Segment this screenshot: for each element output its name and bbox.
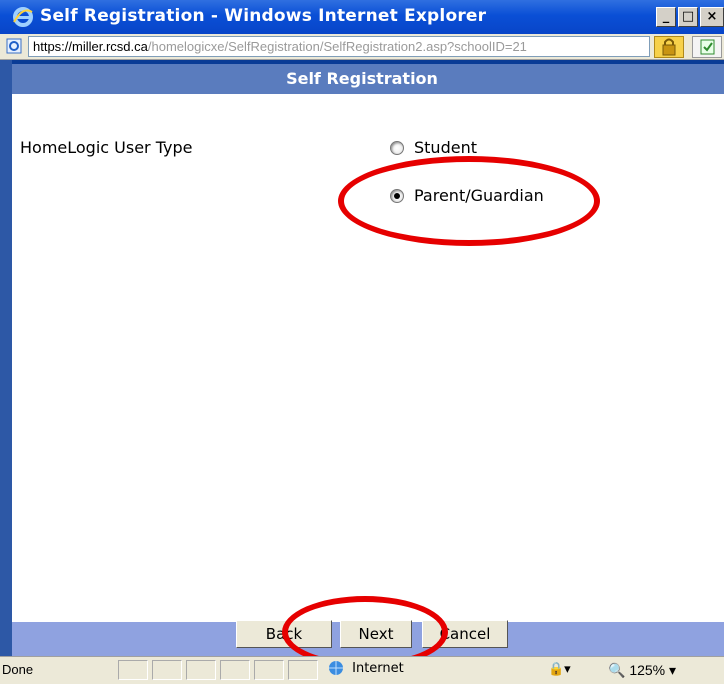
minimize-button[interactable]: _ xyxy=(656,7,676,27)
zoom-icon: 🔍 xyxy=(608,662,626,678)
protected-mode-icon[interactable]: 🔒▾ xyxy=(548,662,571,677)
page-header: Self Registration xyxy=(0,60,724,114)
url-field[interactable]: https://miller.rcsd.ca/homelogicxe/SelfR… xyxy=(28,36,650,57)
url-path: /homelogicxe/SelfRegistration/SelfRegist… xyxy=(147,39,527,54)
page-icon xyxy=(6,38,22,54)
maximize-button[interactable]: □ xyxy=(678,7,698,27)
zone-label: Internet xyxy=(352,660,404,676)
security-zone[interactable]: Internet xyxy=(328,660,528,680)
page-title: Self Registration xyxy=(0,64,724,94)
status-pane xyxy=(152,660,182,680)
header-spacer xyxy=(0,94,724,114)
status-pane xyxy=(288,660,318,680)
chevron-down-icon: ▾ xyxy=(669,662,677,678)
certificate-icon[interactable] xyxy=(692,36,722,58)
zoom-value: 125% xyxy=(629,662,666,678)
status-pane xyxy=(186,660,216,680)
option-student[interactable]: Student xyxy=(390,138,477,157)
zoom-level[interactable]: 🔍 125% ▾ xyxy=(608,662,676,679)
user-type-label: HomeLogic User Type xyxy=(20,138,193,157)
close-button[interactable]: × xyxy=(700,7,724,27)
status-pane xyxy=(118,660,148,680)
left-frame-border xyxy=(0,60,12,656)
lock-icon[interactable] xyxy=(654,36,684,58)
address-bar: https://miller.rcsd.ca/homelogicxe/SelfR… xyxy=(0,34,724,60)
window-title-bar[interactable]: Self Registration - Windows Internet Exp… xyxy=(0,0,724,34)
window-title: Self Registration - Windows Internet Exp… xyxy=(40,6,487,26)
annotation-circle-parent xyxy=(338,156,600,246)
status-pane xyxy=(220,660,250,680)
status-pane xyxy=(254,660,284,680)
student-label: Student xyxy=(414,138,477,157)
padlock-icon xyxy=(662,38,676,56)
registration-form: HomeLogic User Type Student Parent/Guard… xyxy=(12,114,724,622)
refresh-page-icon xyxy=(700,39,715,55)
globe-icon xyxy=(329,661,343,675)
status-text: Done xyxy=(2,662,34,677)
url-host: miller.rcsd.ca xyxy=(72,39,148,54)
url-protocol: https:// xyxy=(33,39,73,54)
status-bar: Done Internet 🔒▾ 🔍 125% ▾ xyxy=(0,656,724,684)
student-radio[interactable] xyxy=(390,140,404,155)
internet-explorer-icon xyxy=(13,7,33,27)
